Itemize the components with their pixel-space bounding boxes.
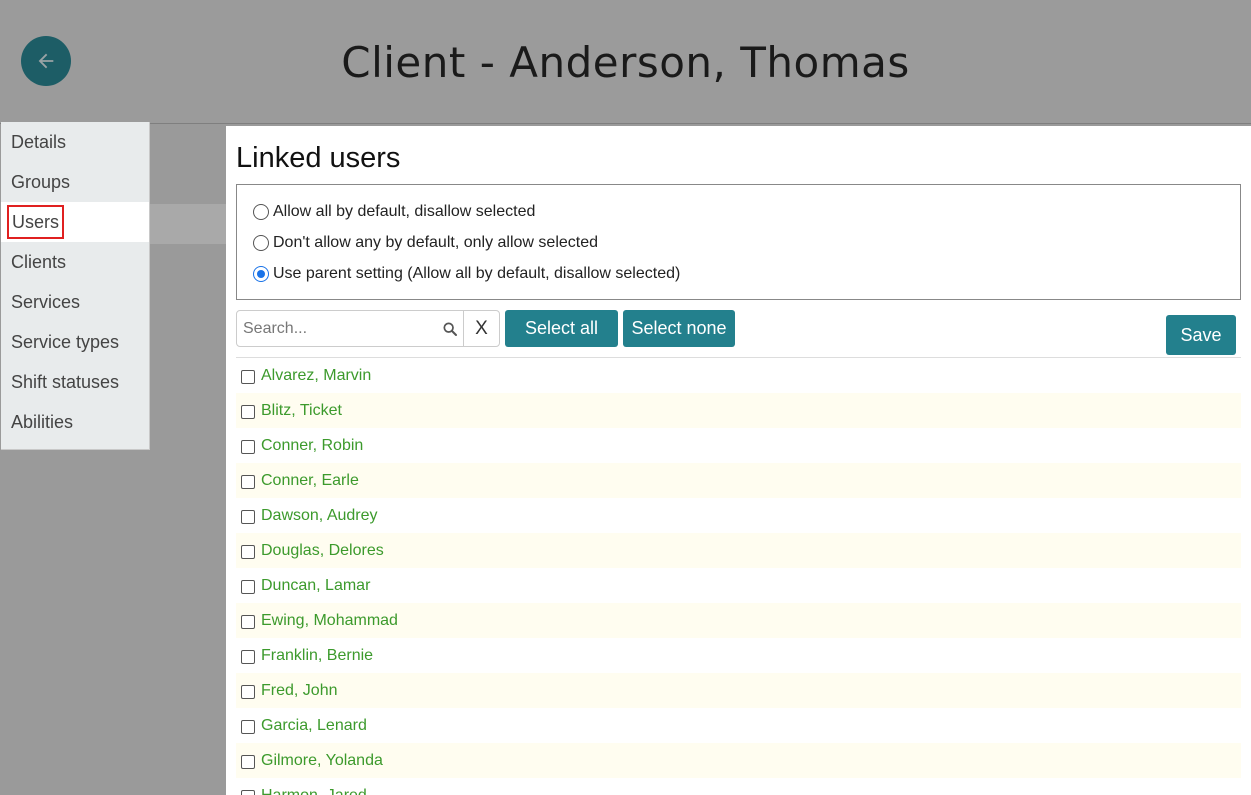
- user-name: Alvarez, Marvin: [261, 366, 372, 384]
- list-item[interactable]: Franklin, Bernie: [236, 638, 1241, 673]
- user-name: Blitz, Ticket: [261, 401, 342, 419]
- user-checkbox[interactable]: [241, 754, 255, 769]
- user-checkbox[interactable]: [241, 684, 255, 699]
- sidebar-item-groups[interactable]: Groups: [1, 162, 149, 202]
- sidebar-item-label: Shift statuses: [11, 372, 120, 392]
- user-checkbox[interactable]: [241, 719, 255, 734]
- sidebar-active-indicator: [150, 204, 226, 244]
- list-item[interactable]: Conner, Earle: [236, 463, 1241, 498]
- sidebar-item-label: Abilities: [11, 412, 74, 432]
- radio-allow-all[interactable]: Allow all by default, disallow selected: [253, 203, 535, 221]
- user-name: Conner, Robin: [261, 436, 364, 454]
- sidebar-item-abilities[interactable]: Abilities: [1, 402, 149, 442]
- list-item[interactable]: Garcia, Lenard: [236, 708, 1241, 743]
- page-header: Client - Anderson, Thomas: [0, 0, 1251, 124]
- user-name: Gilmore, Yolanda: [261, 751, 383, 769]
- main-panel: Linked users Allow all by default, disal…: [226, 126, 1251, 795]
- user-name: Fred, John: [261, 681, 338, 699]
- list-item[interactable]: Ewing, Mohammad: [236, 603, 1241, 638]
- user-list: Alvarez, Marvin Blitz, Ticket Conner, Ro…: [236, 357, 1241, 795]
- sidebar-item-label: Services: [11, 292, 81, 312]
- sidebar-item-label: Clients: [11, 252, 67, 272]
- select-none-button[interactable]: Select none: [623, 310, 735, 347]
- sidebar-item-shift-statuses[interactable]: Shift statuses: [1, 362, 149, 402]
- list-item[interactable]: Duncan, Lamar: [236, 568, 1241, 603]
- user-name: Garcia, Lenard: [261, 716, 367, 734]
- select-all-button[interactable]: Select all: [505, 310, 618, 347]
- radio-label: Use parent setting (Allow all by default…: [273, 265, 681, 282]
- sidebar-item-label: Groups: [11, 172, 71, 192]
- clear-search-button[interactable]: X: [463, 311, 499, 346]
- sidebar-item-service-types[interactable]: Service types: [1, 322, 149, 362]
- list-item[interactable]: Harmon, Jared: [236, 778, 1241, 795]
- radio-button[interactable]: [253, 235, 269, 251]
- user-checkbox[interactable]: [241, 439, 255, 454]
- radio-allow-none[interactable]: Don't allow any by default, only allow s…: [253, 234, 598, 252]
- user-checkbox[interactable]: [241, 614, 255, 629]
- sidebar-item-label: Users: [7, 205, 65, 239]
- radio-use-parent[interactable]: Use parent setting (Allow all by default…: [253, 265, 680, 283]
- user-checkbox[interactable]: [241, 579, 255, 594]
- user-checkbox[interactable]: [241, 474, 255, 489]
- user-checkbox[interactable]: [241, 649, 255, 664]
- sidebar: Details Groups Users Clients Services Se…: [1, 122, 150, 450]
- list-item[interactable]: Blitz, Ticket: [236, 393, 1241, 428]
- user-name: Douglas, Delores: [261, 541, 384, 559]
- radio-button[interactable]: [253, 204, 269, 220]
- user-checkbox[interactable]: [241, 789, 255, 795]
- user-name: Harmon, Jared: [261, 786, 367, 795]
- user-name: Duncan, Lamar: [261, 576, 371, 594]
- page-title: Client - Anderson, Thomas: [341, 38, 910, 87]
- link-mode-group: Allow all by default, disallow selected …: [236, 184, 1241, 300]
- sidebar-item-label: Details: [11, 132, 67, 152]
- list-item[interactable]: Dawson, Audrey: [236, 498, 1241, 533]
- list-item[interactable]: Alvarez, Marvin: [236, 358, 1241, 393]
- user-checkbox[interactable]: [241, 404, 255, 419]
- sidebar-item-clients[interactable]: Clients: [1, 242, 149, 282]
- list-item[interactable]: Gilmore, Yolanda: [236, 743, 1241, 778]
- radio-label: Don't allow any by default, only allow s…: [273, 234, 599, 251]
- user-name: Franklin, Bernie: [261, 646, 374, 664]
- radio-label: Allow all by default, disallow selected: [273, 203, 536, 220]
- user-checkbox[interactable]: [241, 369, 255, 384]
- sidebar-item-users[interactable]: Users: [1, 202, 149, 242]
- radio-button[interactable]: [253, 266, 269, 282]
- list-item[interactable]: Conner, Robin: [236, 428, 1241, 463]
- user-name: Conner, Earle: [261, 471, 359, 489]
- list-item[interactable]: Douglas, Delores: [236, 533, 1241, 568]
- user-checkbox[interactable]: [241, 544, 255, 559]
- user-checkbox[interactable]: [241, 509, 255, 524]
- sidebar-item-services[interactable]: Services: [1, 282, 149, 322]
- search-box: X: [236, 310, 500, 347]
- sidebar-item-details[interactable]: Details: [1, 122, 149, 162]
- search-icon[interactable]: [437, 311, 463, 346]
- user-name: Ewing, Mohammad: [261, 611, 398, 629]
- search-input[interactable]: [237, 311, 437, 346]
- user-name: Dawson, Audrey: [261, 506, 378, 524]
- sidebar-item-label: Service types: [11, 332, 120, 352]
- list-item[interactable]: Fred, John: [236, 673, 1241, 708]
- save-button[interactable]: Save: [1166, 315, 1236, 355]
- section-title: Linked users: [236, 142, 401, 174]
